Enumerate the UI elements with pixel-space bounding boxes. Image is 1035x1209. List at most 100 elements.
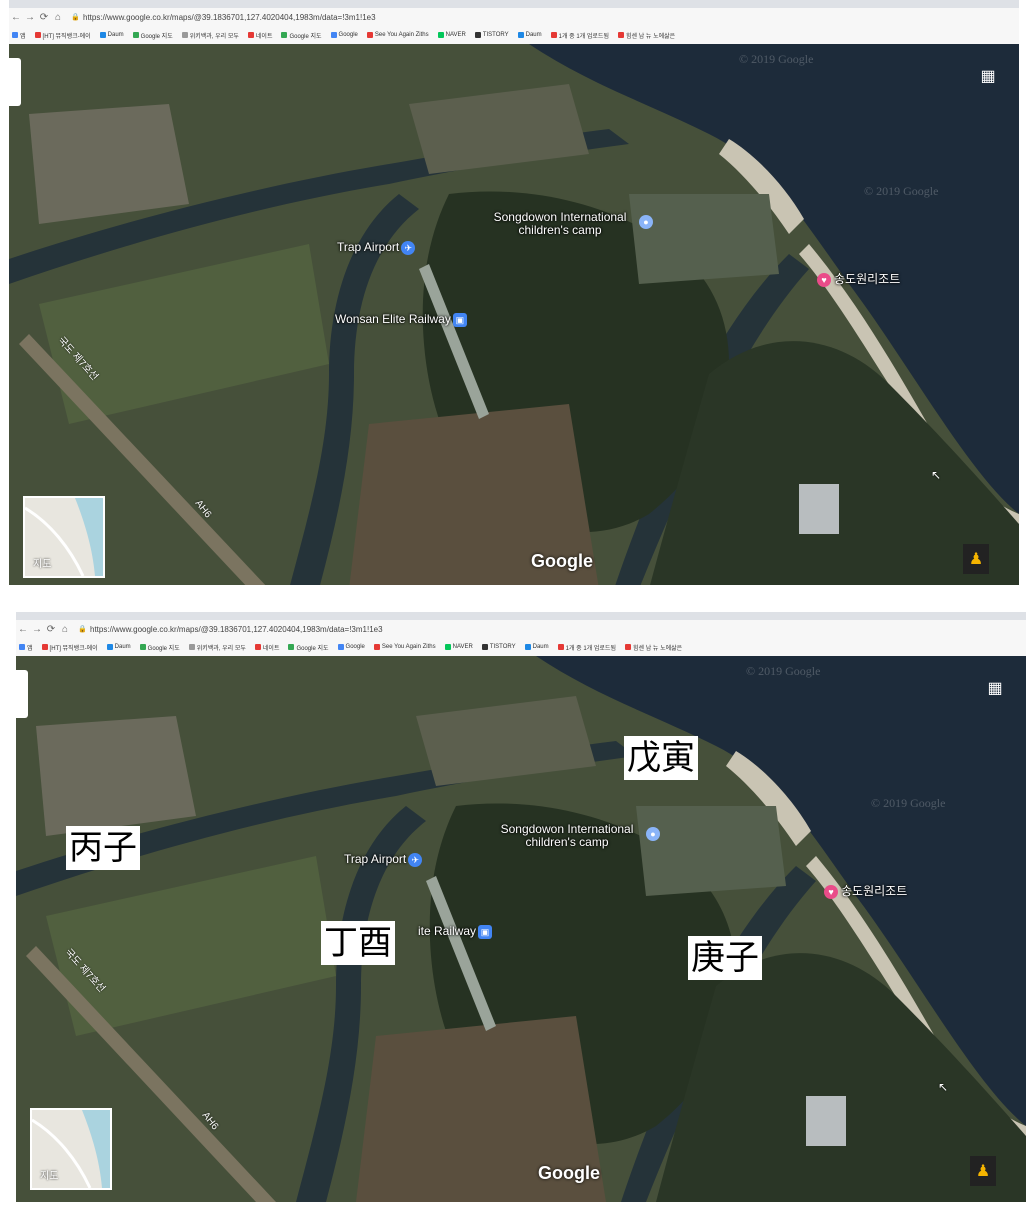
- bookmark-item[interactable]: 위키백과, 우리 모두: [188, 643, 246, 652]
- map-label-camp[interactable]: Songdowon International children's camp …: [481, 211, 653, 237]
- bookmark-item[interactable]: See You Again Ziths: [373, 644, 436, 650]
- pegman-icon[interactable]: ♟: [970, 1156, 996, 1186]
- resort-pin-icon[interactable]: ♥: [824, 884, 838, 899]
- place-pin-icon[interactable]: ●: [639, 215, 653, 229]
- satellite-imagery: [16, 656, 1026, 1202]
- bookmark-favicon: [481, 644, 488, 650]
- resort-pin-icon[interactable]: ♥: [817, 272, 831, 287]
- address-bar[interactable]: 🔒 https://www.google.co.kr/maps/@39.1836…: [71, 13, 376, 22]
- annotation-label: 庚子: [688, 936, 762, 980]
- annotation-label: 戊寅: [624, 736, 698, 780]
- map-label-airport[interactable]: Trap Airport ✈: [337, 240, 416, 255]
- satellite-map[interactable]: Songdowon International children's camp …: [16, 656, 1026, 1202]
- navigation-row: ← → ⟳ ⌂ 🔒 https://www.google.co.kr/maps/…: [16, 620, 1026, 638]
- train-icon[interactable]: ▣: [452, 312, 467, 327]
- map-label-airport[interactable]: Trap Airport ✈: [344, 852, 423, 867]
- bookmark-favicon: [617, 32, 624, 38]
- tab-strip[interactable]: [9, 0, 1019, 8]
- back-icon[interactable]: ←: [16, 624, 30, 635]
- home-icon[interactable]: ⌂: [51, 12, 65, 23]
- bookmark-item[interactable]: [HT] 뮤직뱅크-에이: [34, 31, 91, 40]
- map-type-toggle[interactable]: 지도: [23, 496, 105, 578]
- map-label-resort[interactable]: ♥ 송도원리조트: [824, 882, 907, 899]
- apps-grid-icon[interactable]: ▦: [986, 680, 1004, 698]
- bookmark-favicon: [550, 32, 557, 38]
- bookmark-favicon: [288, 644, 295, 650]
- bookmark-favicon: [281, 32, 288, 38]
- url-text: https://www.google.co.kr/maps/@39.183670…: [90, 624, 383, 634]
- watermark-text: © 2019 Google: [871, 796, 946, 810]
- minimap-label: 지도: [33, 559, 52, 570]
- airport-icon[interactable]: ✈: [408, 852, 423, 867]
- bookmark-item[interactable]: Google 지도: [132, 31, 173, 40]
- bookmark-item[interactable]: Daum: [106, 644, 131, 650]
- bookmark-favicon: [132, 32, 139, 38]
- bookmark-item[interactable]: Google 지도: [281, 31, 322, 40]
- bookmark-favicon: [444, 644, 451, 650]
- map-label-camp[interactable]: Songdowon International children's camp …: [488, 823, 660, 849]
- tab-strip[interactable]: [16, 612, 1026, 620]
- bookmark-item[interactable]: Google 지도: [288, 643, 329, 652]
- airport-icon[interactable]: ✈: [401, 240, 416, 255]
- side-panel-toggle[interactable]: [9, 58, 21, 106]
- watermark-text: © 2019 Google: [739, 52, 814, 66]
- back-icon[interactable]: ←: [9, 12, 23, 23]
- bookmark-item[interactable]: Google: [337, 644, 365, 650]
- bookmark-item[interactable]: [HT] 뮤직뱅크-에이: [41, 643, 98, 652]
- bookmark-item[interactable]: Daum: [99, 32, 124, 38]
- bookmark-favicon: [366, 32, 373, 38]
- home-icon[interactable]: ⌂: [58, 624, 72, 635]
- lock-icon: 🔒: [71, 14, 80, 21]
- apps-icon: [12, 32, 18, 38]
- bookmark-item[interactable]: 힘센 남 뉴 노에삶은: [617, 31, 675, 40]
- bookmark-item[interactable]: 네이트: [254, 643, 279, 652]
- address-bar[interactable]: 🔒 https://www.google.co.kr/maps/@39.1836…: [78, 625, 383, 634]
- bookmark-item[interactable]: NAVER: [444, 644, 473, 650]
- bookmark-favicon: [139, 644, 146, 650]
- map-label-resort[interactable]: ♥ 송도원리조트: [817, 270, 900, 287]
- bookmark-item[interactable]: 힘센 남 뉴 노에삶은: [624, 643, 682, 652]
- minimap-label: 지도: [40, 1171, 59, 1182]
- bookmark-item[interactable]: 1개 중 1개 업로드됨: [550, 31, 609, 40]
- map-type-toggle[interactable]: 지도: [30, 1108, 112, 1190]
- bookmark-item[interactable]: Daum: [517, 32, 542, 38]
- bookmark-item[interactable]: See You Again Ziths: [366, 32, 429, 38]
- bookmark-item[interactable]: Daum: [524, 644, 549, 650]
- navigation-row: ← → ⟳ ⌂ 🔒 https://www.google.co.kr/maps/…: [9, 8, 1019, 26]
- map-screenshot-2: ← → ⟳ ⌂ 🔒 https://www.google.co.kr/maps/…: [16, 612, 1026, 1202]
- bookmark-item[interactable]: 위키백과, 우리 모두: [181, 31, 239, 40]
- annotation-label: 丙子: [66, 826, 140, 870]
- reload-icon[interactable]: ⟳: [37, 12, 51, 23]
- place-pin-icon[interactable]: ●: [646, 827, 660, 841]
- forward-icon[interactable]: →: [23, 12, 37, 23]
- watermark-text: © 2019 Google: [864, 184, 939, 198]
- side-panel-toggle[interactable]: [16, 670, 28, 718]
- bookmark-item[interactable]: 앱: [12, 31, 26, 40]
- forward-icon[interactable]: →: [30, 624, 44, 635]
- bookmark-favicon: [247, 32, 254, 38]
- mouse-cursor-icon: ↖: [931, 468, 942, 482]
- pegman-icon[interactable]: ♟: [963, 544, 989, 574]
- train-icon[interactable]: ▣: [478, 924, 493, 939]
- bookmark-favicon: [474, 32, 481, 38]
- bookmark-item[interactable]: TISTORY: [474, 32, 509, 38]
- satellite-imagery: [9, 44, 1019, 585]
- bookmark-item[interactable]: 1개 중 1개 업로드됨: [557, 643, 616, 652]
- map-label-railway[interactable]: Wonsan Elite Railway ▣: [335, 312, 467, 327]
- mouse-cursor-icon: ↖: [938, 1080, 949, 1094]
- bookmark-item[interactable]: Google: [330, 32, 358, 38]
- bookmark-item[interactable]: NAVER: [437, 32, 466, 38]
- bookmark-item[interactable]: TISTORY: [481, 644, 516, 650]
- map-label-railway[interactable]: ite Railway ▣: [418, 924, 493, 939]
- bookmark-item[interactable]: 앱: [19, 643, 33, 652]
- google-logo: Google: [531, 551, 593, 571]
- bookmark-favicon: [181, 32, 188, 38]
- bookmark-favicon: [624, 644, 631, 650]
- satellite-map[interactable]: Songdowon International children's camp …: [9, 44, 1019, 585]
- bookmark-item[interactable]: Google 지도: [139, 643, 180, 652]
- browser-chrome: ← → ⟳ ⌂ 🔒 https://www.google.co.kr/maps/…: [16, 612, 1026, 657]
- map-screenshot-1: ← → ⟳ ⌂ 🔒 https://www.google.co.kr/maps/…: [9, 0, 1019, 585]
- apps-grid-icon[interactable]: ▦: [979, 68, 997, 86]
- bookmark-item[interactable]: 네이트: [247, 31, 272, 40]
- reload-icon[interactable]: ⟳: [44, 624, 58, 635]
